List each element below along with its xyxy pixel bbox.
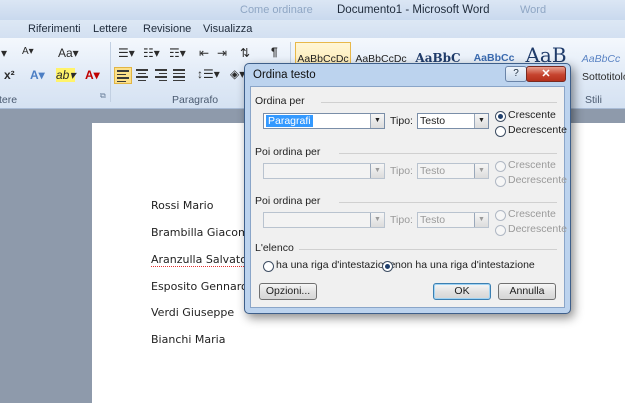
grow-font-icon[interactable]: ▾	[1, 46, 7, 60]
style-subtitle-label: Sottotitolo	[582, 71, 625, 83]
font-dialog-launcher-icon[interactable]: ⧉	[100, 91, 106, 101]
doc-line-2[interactable]: Brambilla Giacomo	[151, 226, 255, 239]
sort-by-field-value: Paragrafi	[266, 115, 313, 127]
chevron-down-icon[interactable]: ▼	[370, 213, 384, 227]
no-header-label[interactable]: non ha una riga d'intestazione	[395, 259, 535, 271]
title-bar: Come ordinare Documento1 - Microsoft Wor…	[0, 0, 625, 20]
sort-by-type-label: Tipo:	[390, 115, 413, 127]
highlight-button[interactable]: ab▾	[56, 68, 76, 82]
close-button[interactable]: ✕	[526, 66, 566, 82]
tab-revisione[interactable]: Revisione	[143, 23, 191, 35]
options-button[interactable]: Opzioni...	[259, 283, 317, 300]
then-by-1-label: Poi ordina per	[255, 146, 321, 158]
ribbon-separator	[110, 42, 111, 102]
align-left-button[interactable]	[114, 67, 132, 84]
then-by-1-type-select[interactable]: Testo ▼	[417, 163, 489, 179]
superscript-button[interactable]: x²	[4, 68, 15, 82]
sort-by-descending-label[interactable]: Decrescente	[508, 124, 567, 136]
faded-title-left: Come ordinare	[240, 4, 313, 16]
sort-by-type-select[interactable]: Testo ▼	[417, 113, 489, 129]
sort-icon[interactable]: ⇅	[240, 46, 250, 60]
then-by-2-type-value: Testo	[420, 214, 446, 226]
chevron-down-icon[interactable]: ▼	[370, 164, 384, 178]
ribbon-tabs: Riferimenti Lettere Revisione Visualizza	[0, 20, 625, 38]
then-by-2-type-label: Tipo:	[390, 214, 413, 226]
sort-by-label: Ordina per	[255, 95, 305, 107]
shading-icon[interactable]: ◈▾	[230, 67, 245, 81]
no-header-radio[interactable]	[382, 261, 393, 272]
then-by-2-label: Poi ordina per	[255, 195, 321, 207]
help-button[interactable]: ?	[505, 66, 527, 82]
then-by-2-descending-label[interactable]: Decrescente	[508, 223, 567, 235]
section-divider	[339, 153, 557, 154]
section-divider	[299, 249, 557, 250]
doc-line-4[interactable]: Esposito Gennaro	[151, 280, 248, 293]
paragraph-group-label: Paragrafo	[172, 94, 219, 106]
chevron-down-icon[interactable]: ▼	[474, 213, 488, 227]
tab-riferimenti[interactable]: Riferimenti	[28, 23, 81, 35]
dialog-title: Ordina testo	[253, 69, 316, 81]
sort-by-ascending-label[interactable]: Crescente	[508, 109, 556, 121]
then-by-2-ascending-label[interactable]: Crescente	[508, 208, 556, 220]
sort-by-field-select[interactable]: Paragrafi ▼	[263, 113, 385, 129]
list-label: L'elenco	[255, 242, 294, 254]
doc-line-3[interactable]: Aranzulla Salvatore	[151, 253, 258, 267]
shrink-font-icon[interactable]: A▾	[22, 46, 34, 57]
chevron-down-icon[interactable]: ▼	[474, 114, 488, 128]
then-by-1-type-label: Tipo:	[390, 165, 413, 177]
multilevel-list-icon[interactable]: ☶▾	[169, 46, 186, 60]
faded-title-right: Word	[520, 4, 547, 16]
justify-button[interactable]	[171, 67, 187, 82]
then-by-2-descending-radio[interactable]	[495, 225, 506, 236]
tab-visualizza[interactable]: Visualizza	[203, 23, 252, 35]
dialog-body: Ordina per Paragrafi ▼ Tipo: Testo ▼ Cre…	[250, 86, 567, 308]
chevron-down-icon[interactable]: ▼	[370, 114, 384, 128]
style-preview: AaBbCc	[581, 53, 621, 65]
doc-line-6[interactable]: Bianchi Maria	[151, 333, 225, 346]
doc-line-1[interactable]: Rossi Mario	[151, 199, 213, 212]
then-by-1-type-value: Testo	[420, 165, 446, 177]
numbering-icon[interactable]: ☷▾	[143, 46, 160, 60]
doc-line-5[interactable]: Verdi Giuseppe	[151, 306, 234, 319]
cancel-button[interactable]: Annulla	[498, 283, 556, 300]
section-divider	[339, 202, 557, 203]
sort-by-ascending-radio[interactable]	[495, 111, 506, 122]
then-by-1-field-select[interactable]: ▼	[263, 163, 385, 179]
styles-group-label: Stili	[585, 94, 602, 106]
font-group-label: tere	[0, 94, 18, 106]
window-title: Documento1 - Microsoft Word	[337, 4, 490, 16]
increase-indent-icon[interactable]: ⇥	[217, 46, 227, 60]
ok-button[interactable]: OK	[433, 283, 491, 300]
has-header-label[interactable]: ha una riga d'intestazione	[276, 259, 395, 271]
then-by-1-ascending-radio[interactable]	[495, 161, 506, 172]
align-right-button[interactable]	[153, 67, 169, 82]
has-header-radio[interactable]	[263, 261, 274, 272]
change-case-button[interactable]: Aa▾	[58, 46, 79, 60]
section-divider	[321, 102, 557, 103]
then-by-2-field-select[interactable]: ▼	[263, 212, 385, 228]
then-by-1-descending-radio[interactable]	[495, 176, 506, 187]
chevron-down-icon[interactable]: ▼	[474, 164, 488, 178]
font-color-button[interactable]: A▾	[85, 68, 100, 82]
then-by-2-ascending-radio[interactable]	[495, 210, 506, 221]
align-center-button[interactable]	[134, 67, 150, 82]
bullets-icon[interactable]: ☰▾	[118, 46, 135, 60]
decrease-indent-icon[interactable]: ⇤	[199, 46, 209, 60]
text-effects-button[interactable]: A▾	[30, 68, 45, 82]
sort-text-dialog: Ordina testo ? ✕ Ordina per Paragrafi ▼ …	[244, 63, 571, 314]
line-spacing-icon[interactable]: ↕☰▾	[197, 67, 220, 81]
tab-lettere[interactable]: Lettere	[93, 23, 127, 35]
show-marks-button[interactable]: ¶	[271, 45, 278, 59]
then-by-1-ascending-label[interactable]: Crescente	[508, 159, 556, 171]
then-by-2-type-select[interactable]: Testo ▼	[417, 212, 489, 228]
then-by-1-descending-label[interactable]: Decrescente	[508, 174, 567, 186]
sort-by-descending-radio[interactable]	[495, 126, 506, 137]
sort-by-type-value: Testo	[420, 115, 446, 127]
